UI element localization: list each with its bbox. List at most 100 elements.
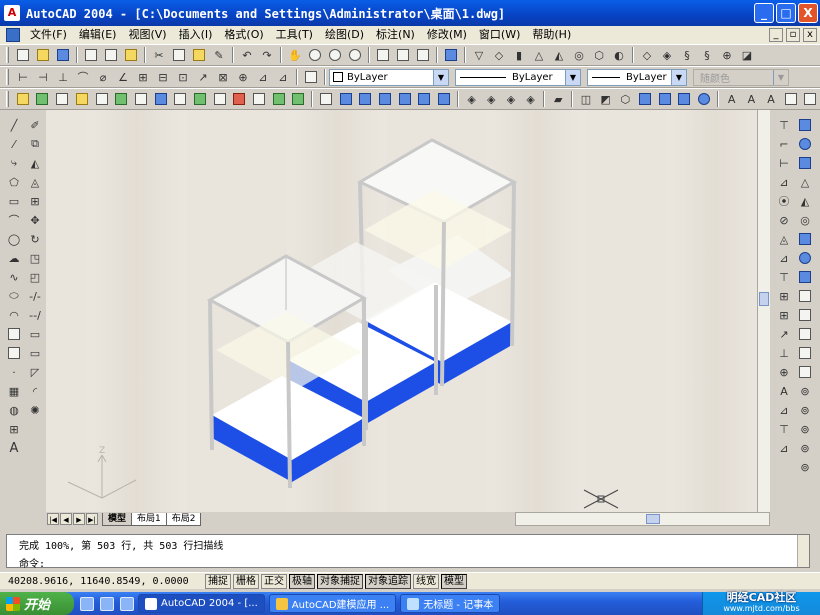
menu-window[interactable]: 窗口(W) — [473, 26, 526, 44]
array-icon[interactable]: ⊞ — [27, 193, 43, 209]
polyline-icon[interactable]: ⤷ — [6, 155, 22, 171]
left-view-icon[interactable] — [377, 91, 393, 107]
break-at-point-icon[interactable]: ▭ — [27, 326, 43, 342]
horizontal-scrollbar[interactable] — [515, 512, 770, 526]
toolbar-grip[interactable] — [6, 47, 9, 63]
stretch-icon[interactable]: ◰ — [27, 269, 43, 285]
sw-isometric-icon[interactable]: ◈ — [464, 91, 480, 107]
sphere-solid-icon[interactable]: ◇ — [491, 47, 507, 63]
edit-solid-5-icon[interactable]: ⊚ — [797, 459, 813, 475]
menu-edit[interactable]: 编辑(E) — [73, 26, 123, 44]
cylinder-icon[interactable] — [797, 155, 813, 171]
chevron-down-icon[interactable]: ▼ — [565, 69, 580, 85]
break-icon[interactable]: ▭ — [27, 345, 43, 361]
text-icon[interactable]: A — [724, 91, 740, 107]
find-icon[interactable] — [783, 91, 799, 107]
show-desktop-icon[interactable] — [80, 596, 94, 611]
undo-icon[interactable]: ↶ — [239, 47, 255, 63]
otrack-toggle[interactable]: 对象追踪 — [365, 573, 411, 589]
camera-icon[interactable]: ▰ — [550, 91, 566, 107]
model-toggle[interactable]: 模型 — [441, 573, 467, 589]
erase-icon[interactable]: ✐ — [27, 117, 43, 133]
separate-icon[interactable]: ⊿ — [776, 402, 792, 418]
trim-icon[interactable]: -/- — [27, 288, 43, 304]
wedge-solid-icon[interactable]: ◭ — [551, 47, 567, 63]
ortho-toggle[interactable]: 正交 — [261, 573, 287, 589]
menu-help[interactable]: 帮助(H) — [526, 26, 577, 44]
point-icon[interactable]: · — [6, 364, 22, 380]
tab-nav-last[interactable]: ▶| — [86, 513, 98, 525]
document-icon[interactable] — [6, 28, 20, 42]
hidden-shade-icon[interactable]: ⬡ — [617, 91, 633, 107]
text-edit-icon[interactable]: A — [763, 91, 779, 107]
move-icon[interactable]: ✥ — [27, 212, 43, 228]
extrude-icon[interactable]: ⬡ — [591, 47, 607, 63]
cone-solid-icon[interactable]: △ — [531, 47, 547, 63]
cylinder-solid-icon[interactable]: ▮ — [511, 47, 527, 63]
offset-icon[interactable]: ◬ — [27, 174, 43, 190]
clean-icon[interactable]: A — [776, 383, 792, 399]
construction-line-icon[interactable]: ⁄ — [6, 136, 22, 152]
document-restore-button[interactable]: ▫ — [786, 28, 800, 42]
torus-icon[interactable]: ◎ — [797, 212, 813, 228]
ne-isometric-icon[interactable]: ◈ — [503, 91, 519, 107]
command-prompt[interactable]: 命令: — [19, 555, 45, 570]
right-view-icon[interactable] — [397, 91, 413, 107]
chamfer-icon[interactable]: ◸ — [27, 364, 43, 380]
2d-wireframe-icon[interactable]: ◫ — [578, 91, 594, 107]
setup-profile-icon[interactable]: ◪ — [739, 47, 755, 63]
line-icon[interactable]: ╱ — [6, 117, 22, 133]
union-icon[interactable]: ⊤ — [776, 117, 792, 133]
flat-edges-icon[interactable] — [676, 91, 692, 107]
named-views-icon[interactable] — [318, 91, 334, 107]
setup-profile-solid-icon[interactable] — [797, 364, 813, 380]
lineweight-select[interactable]: ByLayer ▼ — [587, 68, 687, 86]
chevron-down-icon[interactable]: ▼ — [671, 69, 686, 85]
gouraud-edges-icon[interactable] — [696, 91, 712, 107]
multiline-text-icon[interactable]: A — [6, 440, 22, 456]
spell-icon[interactable] — [803, 91, 819, 107]
aligned-dimension-icon[interactable]: ⊣ — [35, 69, 51, 85]
paste-icon[interactable] — [191, 47, 207, 63]
ellipse-icon[interactable]: ⬭ — [6, 288, 22, 304]
autocad-app-icon[interactable]: A — [4, 5, 20, 21]
front-view-icon[interactable] — [416, 91, 432, 107]
polygon-icon[interactable]: ⬠ — [6, 174, 22, 190]
toolbar-grip[interactable] — [6, 91, 9, 107]
document-minimize-button[interactable]: _ — [769, 28, 783, 42]
horizontal-scroll-thumb[interactable] — [646, 514, 660, 524]
chevron-down-icon[interactable]: ▼ — [773, 69, 788, 85]
sphere-icon[interactable] — [797, 136, 813, 152]
dimension-text-edit-icon[interactable]: ⊿ — [275, 69, 291, 85]
tab-nav-prev[interactable]: ◀ — [60, 513, 72, 525]
interference-solid-icon[interactable] — [797, 307, 813, 323]
vertical-scrollbar[interactable] — [757, 110, 770, 512]
tolerance-icon[interactable]: ⊠ — [215, 69, 231, 85]
menu-format[interactable]: 格式(O) — [218, 26, 269, 44]
mapping-icon[interactable] — [133, 91, 149, 107]
nw-isometric-icon[interactable]: ◈ — [523, 91, 539, 107]
render-preferences-icon[interactable] — [231, 91, 247, 107]
dimension-edit-icon[interactable]: ⊿ — [255, 69, 271, 85]
angular-dimension-icon[interactable]: ∠ — [115, 69, 131, 85]
setup-drawing-solid-icon[interactable] — [797, 326, 813, 342]
menu-tools[interactable]: 工具(T) — [270, 26, 319, 44]
tab-nav-next[interactable]: ▶ — [73, 513, 85, 525]
design-center-icon[interactable] — [395, 47, 411, 63]
table-icon[interactable]: ⊞ — [6, 421, 22, 437]
menu-draw[interactable]: 绘图(D) — [319, 26, 370, 44]
region-icon[interactable]: ◍ — [6, 402, 22, 418]
gouraud-shaded-icon[interactable] — [657, 91, 673, 107]
match-properties-icon[interactable]: ✎ — [211, 47, 227, 63]
tab-layout1[interactable]: 布局1 — [131, 512, 167, 526]
revision-cloud-icon[interactable]: ☁ — [6, 250, 22, 266]
menu-dimension[interactable]: 标注(N) — [370, 26, 421, 44]
scale-icon[interactable]: ◳ — [27, 250, 43, 266]
arc-icon[interactable]: ⌒ — [6, 212, 22, 228]
quick-dimension-icon[interactable]: ⊞ — [135, 69, 151, 85]
pan-icon[interactable]: ✋ — [287, 47, 303, 63]
document-close-button[interactable]: x — [803, 28, 817, 42]
baseline-dimension-icon[interactable]: ⊟ — [155, 69, 171, 85]
fillet-icon[interactable]: ◜ — [27, 383, 43, 399]
render-icon[interactable] — [35, 91, 51, 107]
